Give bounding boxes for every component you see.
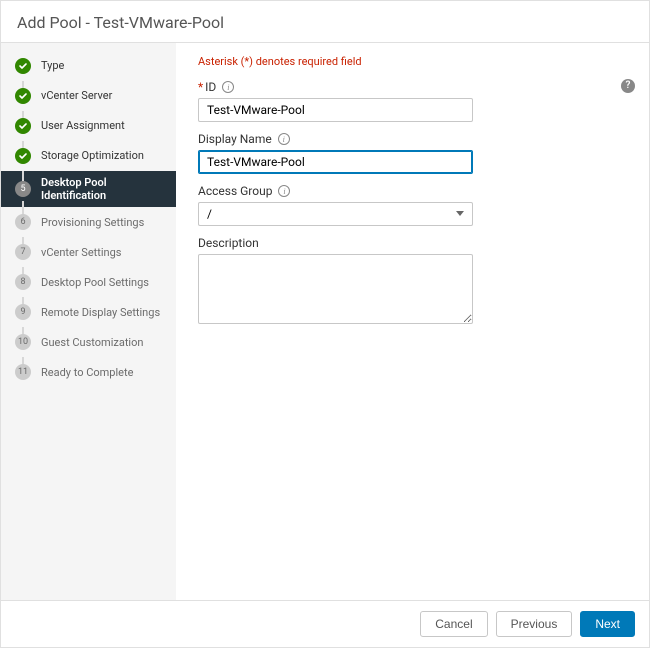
description-label: Description [198, 236, 259, 250]
wizard-step[interactable]: 11 Ready to Complete [1, 357, 176, 387]
checkmark-icon [15, 88, 31, 104]
wizard-step[interactable]: 8 Desktop Pool Settings [1, 267, 176, 297]
wizard-step[interactable]: Type [1, 51, 176, 81]
checkmark-icon [15, 148, 31, 164]
id-input[interactable] [198, 98, 473, 122]
id-field-group: *ID i [198, 80, 627, 122]
step-number-icon: 5 [15, 181, 31, 197]
display-name-label: Display Name [198, 132, 272, 146]
wizard-step[interactable]: 10 Guest Customization [1, 327, 176, 357]
wizard-step-label: vCenter Settings [41, 246, 121, 259]
required-note: Asterisk (*) denotes required field [198, 55, 627, 68]
access-group-select[interactable]: / [198, 202, 473, 226]
step-number-icon: 9 [15, 304, 31, 320]
wizard-step-label: Remote Display Settings [41, 306, 160, 319]
step-number-icon: 10 [15, 334, 31, 350]
dialog-footer: Cancel Previous Next [1, 600, 649, 647]
wizard-step-label: Provisioning Settings [41, 216, 144, 229]
dialog-header: Add Pool - Test-VMware-Pool [1, 1, 649, 43]
info-icon[interactable]: i [222, 81, 234, 93]
display-name-label-row: Display Name i [198, 132, 627, 146]
id-label-row: *ID i [198, 80, 627, 94]
cancel-button[interactable]: Cancel [420, 611, 487, 637]
wizard-step[interactable]: 7 vCenter Settings [1, 237, 176, 267]
description-field-group: Description [198, 236, 627, 327]
access-group-field-group: Access Group i / [198, 184, 627, 226]
checkmark-icon [15, 58, 31, 74]
wizard-step-label: Guest Customization [41, 336, 143, 349]
dialog-title: Add Pool - Test-VMware-Pool [17, 13, 224, 32]
wizard-step-label: Desktop Pool Identification [41, 176, 170, 202]
dialog-body: Type vCenter Server User Assignment Storage… [1, 43, 649, 600]
checkmark-icon [15, 118, 31, 134]
wizard-step[interactable]: 9 Remote Display Settings [1, 297, 176, 327]
step-number-icon: 8 [15, 274, 31, 290]
wizard-step-label: Ready to Complete [41, 366, 133, 379]
previous-button[interactable]: Previous [496, 611, 573, 637]
wizard-sidebar: Type vCenter Server User Assignment Storage… [1, 43, 176, 600]
id-label: ID [205, 80, 216, 94]
display-name-field-group: Display Name i [198, 132, 627, 174]
step-number-icon: 11 [15, 364, 31, 380]
access-group-label: Access Group [198, 184, 272, 198]
description-input[interactable] [198, 254, 473, 324]
info-icon[interactable]: i [278, 133, 290, 145]
info-icon[interactable]: i [278, 185, 290, 197]
step-number-icon: 6 [15, 214, 31, 230]
step-number-icon: 7 [15, 244, 31, 260]
wizard-step[interactable]: Storage Optimization [1, 141, 176, 171]
wizard-step[interactable]: 6 Provisioning Settings [1, 207, 176, 237]
required-star: * [198, 80, 203, 94]
form-panel: ? Asterisk (*) denotes required field *I… [176, 43, 649, 600]
description-label-row: Description [198, 236, 627, 250]
add-pool-dialog: Add Pool - Test-VMware-Pool Type vCenter … [0, 0, 650, 648]
wizard-step-label: Type [41, 59, 64, 72]
help-icon[interactable]: ? [621, 79, 635, 93]
wizard-step-label: User Assignment [41, 119, 125, 132]
wizard-step[interactable]: 5 Desktop Pool Identification [1, 171, 176, 207]
access-group-label-row: Access Group i [198, 184, 627, 198]
wizard-step-label: Storage Optimization [41, 149, 144, 162]
wizard-step[interactable]: User Assignment [1, 111, 176, 141]
wizard-step-label: vCenter Server [41, 89, 112, 102]
next-button[interactable]: Next [580, 611, 635, 637]
step-connector [22, 171, 24, 181]
wizard-step[interactable]: vCenter Server [1, 81, 176, 111]
wizard-step-label: Desktop Pool Settings [41, 276, 149, 289]
display-name-input[interactable] [198, 150, 473, 174]
